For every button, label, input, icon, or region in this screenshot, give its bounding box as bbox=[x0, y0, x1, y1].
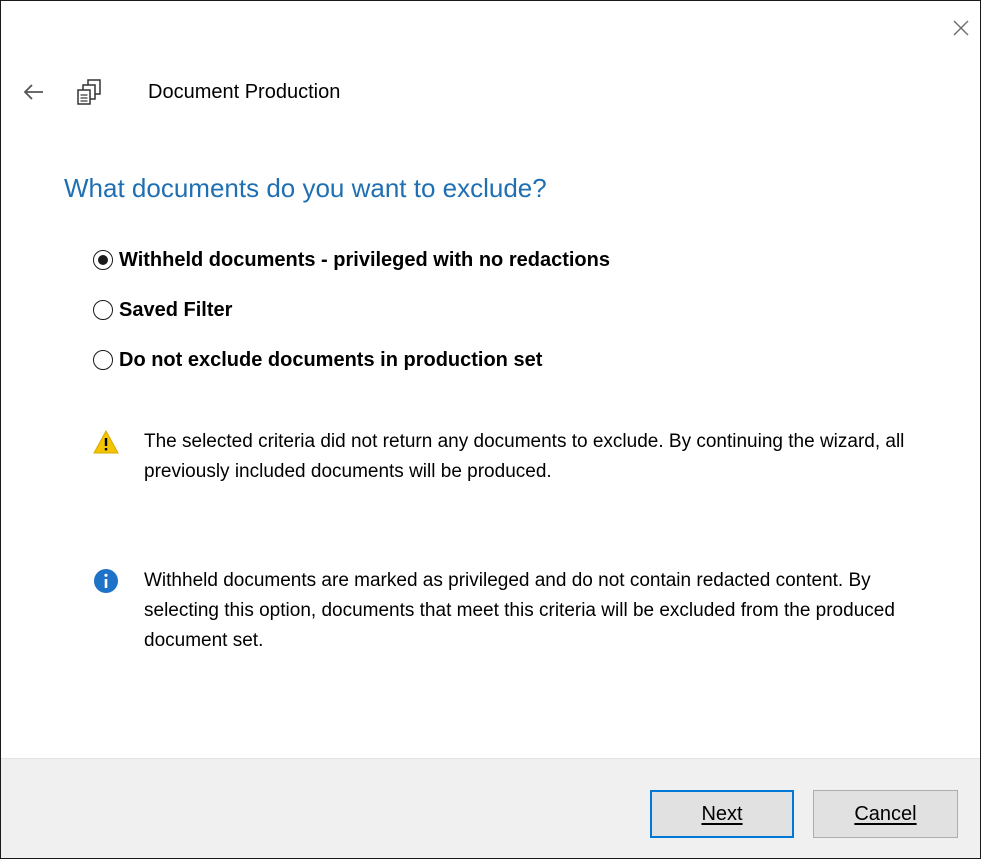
option-label: Do not exclude documents in production s… bbox=[119, 348, 543, 371]
exclusion-options: Withheld documents - privileged with no … bbox=[93, 246, 610, 396]
warning-notice: The selected criteria did not return any… bbox=[93, 427, 944, 487]
radio-withheld-documents[interactable] bbox=[93, 250, 113, 270]
back-arrow-icon bbox=[23, 84, 43, 100]
radio-saved-filter[interactable] bbox=[93, 300, 113, 320]
next-button[interactable]: Next bbox=[650, 790, 794, 838]
option-saved-filter[interactable]: Saved Filter bbox=[93, 296, 610, 324]
close-icon bbox=[953, 20, 969, 36]
window-title: Document Production bbox=[148, 81, 341, 103]
info-icon bbox=[94, 569, 118, 593]
option-do-not-exclude[interactable]: Do not exclude documents in production s… bbox=[93, 346, 610, 374]
dialog-footer: Next Cancel bbox=[1, 758, 980, 858]
document-production-icon bbox=[77, 79, 101, 105]
next-button-label: Next bbox=[701, 802, 743, 825]
radio-do-not-exclude[interactable] bbox=[93, 350, 113, 370]
option-label: Saved Filter bbox=[119, 298, 233, 321]
page-title: What documents do you want to exclude? bbox=[64, 173, 547, 203]
info-text: Withheld documents are marked as privile… bbox=[144, 570, 895, 651]
warning-text: The selected criteria did not return any… bbox=[144, 431, 905, 482]
option-withheld-documents[interactable]: Withheld documents - privileged with no … bbox=[93, 246, 610, 274]
warning-icon bbox=[93, 429, 119, 454]
wizard-header: Document Production bbox=[1, 71, 980, 111]
back-button[interactable] bbox=[19, 79, 49, 105]
radio-selected-dot bbox=[98, 255, 108, 265]
option-label: Withheld documents - privileged with no … bbox=[119, 248, 610, 271]
cancel-button-label: Cancel bbox=[854, 802, 917, 825]
close-button[interactable] bbox=[946, 13, 976, 43]
cancel-button[interactable]: Cancel bbox=[813, 790, 958, 838]
wizard-dialog: Document Production What documents do yo… bbox=[0, 0, 981, 859]
info-notice: Withheld documents are marked as privile… bbox=[93, 566, 944, 656]
